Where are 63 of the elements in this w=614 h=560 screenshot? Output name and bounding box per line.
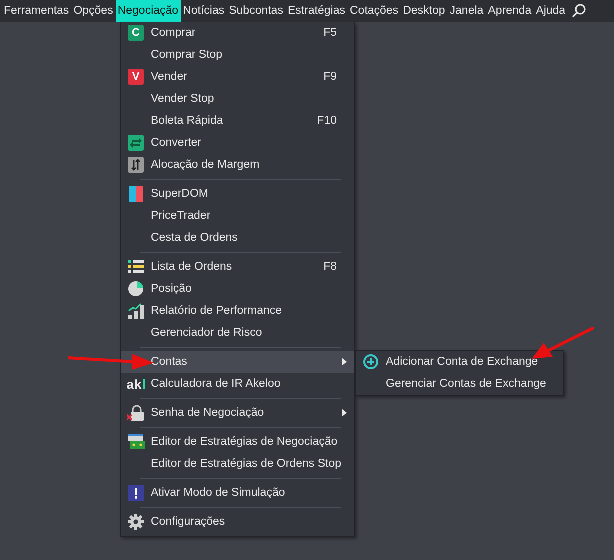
menu-item[interactable]: Desktop [401,0,448,22]
menu-item-label: Posição [151,283,193,295]
menu-item-label: Editor de Estratégias de Ordens Stop [151,458,342,470]
menu-item-label: Comprar [151,27,197,39]
shortcut-label: F10 [317,115,338,127]
menu-item-label: SuperDOM [151,188,210,200]
menu-item-label: Cesta de Ordens [151,232,239,244]
shortcut-label: F8 [324,261,338,273]
menu-item-label: Adicionar Conta de Exchange [386,356,540,368]
menu-item[interactable]: C Comprar F5 [121,22,354,44]
menu-item[interactable]: Notícias [181,0,227,22]
menu-item[interactable]: Editor de Estratégias de Negociação [121,431,354,453]
menu-item-label: Editor de Estratégias de Negociação [151,436,339,448]
menu-item[interactable]: Subcontas [227,0,286,22]
menu-item[interactable]: Ativar Modo de Simulação [121,482,354,504]
menu-item[interactable]: Posição [121,278,354,300]
menu-item-label: Gerenciar Contas de Exchange [386,378,548,390]
menu-item-label: Relatório de Performance [151,305,284,317]
menu-item[interactable]: V Vender F9 [121,66,354,88]
menu-item[interactable]: Boleta Rápida F10 [121,110,354,132]
menu-item[interactable]: Comprar Stop [121,44,354,66]
menu-item[interactable]: Vender Stop [121,88,354,110]
menu-item[interactable]: Gerenciador de Risco [121,322,354,344]
menu-item-label: Converter [151,137,202,149]
menu-item[interactable]: Lista de Ordens F8 [121,256,354,278]
shortcut-label: F9 [324,71,338,83]
menu-item[interactable]: Adicionar Conta de Exchange [356,351,563,373]
menu-item[interactable]: Janela [448,0,486,22]
menu-item-label: Comprar Stop [151,49,224,61]
menu-item[interactable]: Cotações [348,0,401,22]
menu-item-label: Senha de Negociação [151,407,266,419]
menu-item-label: Configurações [151,516,226,528]
letter-icon: C [128,25,144,41]
menu-item[interactable]: Gerenciar Contas de Exchange [356,373,563,395]
menu-item[interactable]: Relatório de Performance [121,300,354,322]
shortcut-label: F5 [324,27,338,39]
menu-item[interactable]: Negociação [116,0,181,22]
menu-item-label: Contas [151,356,188,368]
menu-item[interactable]: Editor de Estratégias de Ordens Stop [121,453,354,475]
menu-item[interactable]: Configurações [121,511,354,533]
menu-item[interactable]: Cesta de Ordens [121,227,354,249]
menu-item-label: PriceTrader [151,210,212,222]
letter-icon: V [128,69,144,85]
menu-item[interactable]: Estratégias [286,0,348,22]
menu-item[interactable]: Opções [72,0,116,22]
menu-item[interactable]: Senha de Negociação [121,402,354,424]
menu-item[interactable]: Ajuda [534,0,568,22]
menu-item-label: Alocação de Margem [151,159,261,171]
menu-item-label: Ativar Modo de Simulação [151,487,286,499]
menu-item[interactable]: Contas [121,351,354,373]
menu-item[interactable]: PriceTrader [121,205,354,227]
menu-item-label: Vender Stop [151,93,216,105]
menu-item-label: Calculadora de IR Akeloo [151,378,282,390]
menu-item[interactable]: Ferramentas [2,0,72,22]
menu-item[interactable]: Aprenda [486,0,534,22]
menu-item[interactable]: SuperDOM [121,183,354,205]
menu-item[interactable]: Converter [121,132,354,154]
menu-item-label: Lista de Ordens [151,261,234,273]
menu-item-label: Gerenciador de Risco [151,327,264,339]
menu-item[interactable]: ak Calculadora de IR Akeloo [121,373,354,395]
menu-item-label: Boleta Rápida [151,115,224,127]
menu-item[interactable]: Alocação de Margem [121,154,354,176]
menu-item-label: Vender [151,71,188,83]
